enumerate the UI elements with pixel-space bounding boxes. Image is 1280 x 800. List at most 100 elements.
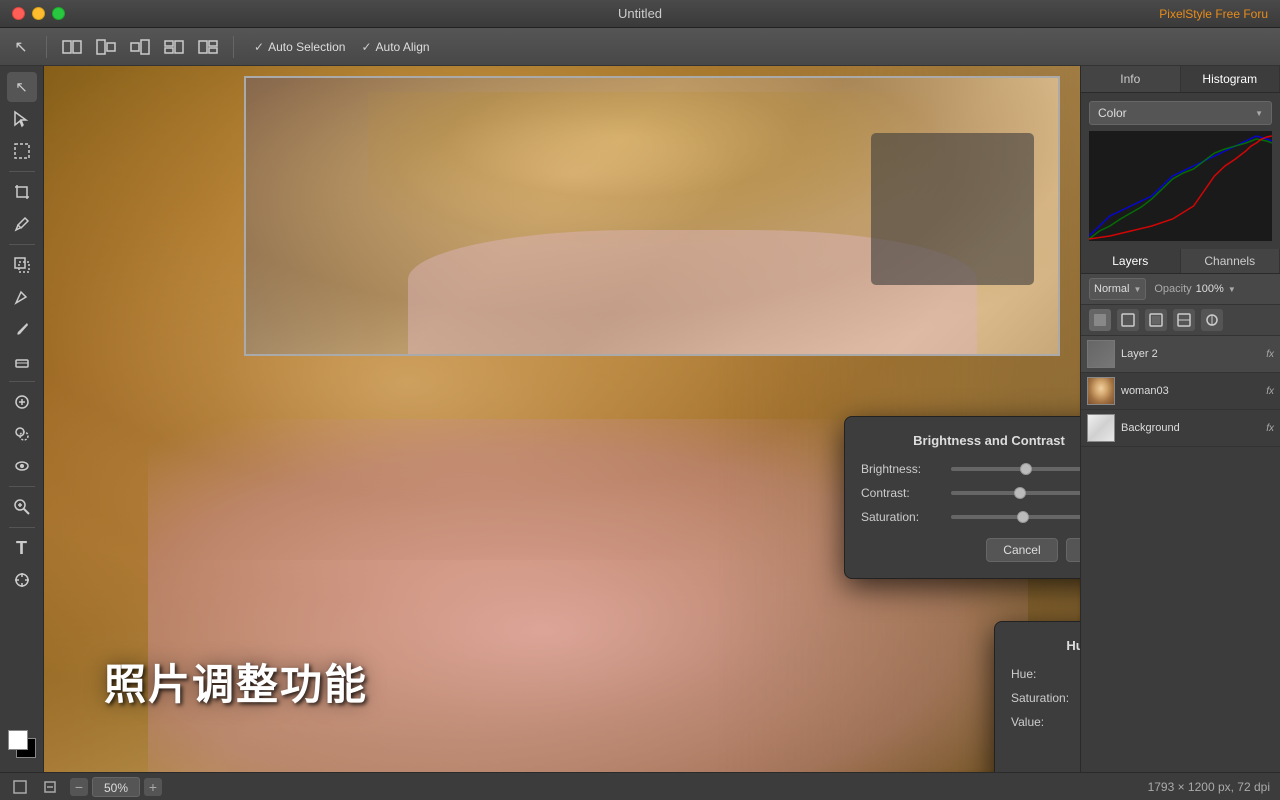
main-area: ↖ [0,66,1280,772]
tools-panel: ↖ [0,66,44,772]
move-tool[interactable]: ↖ [7,72,37,102]
preview-inner [246,78,1058,354]
full-screen-btn[interactable] [10,777,30,797]
arrange-icon-4[interactable] [161,34,187,60]
tool-separator-1 [9,171,35,172]
zoom-tool[interactable] [7,492,37,522]
woman03-thumb [1087,377,1115,405]
brightness-slider[interactable] [951,467,1080,471]
crop-tool[interactable] [7,177,37,207]
auto-selection-check[interactable]: ✓ Auto Selection [254,40,345,54]
histogram-svg [1089,131,1272,241]
text-tool[interactable]: T [7,533,37,563]
right-panel: Info Histogram Color ▼ Layers [1080,66,1280,772]
auto-align-check[interactable]: ✓ Auto Align [361,40,429,54]
healing-tool[interactable] [7,387,37,417]
zoom-minus-btn[interactable]: − [70,778,88,796]
opacity-value: 100% [1196,283,1224,295]
zoom-control: − 50% + [70,777,162,797]
arrange-icon-5[interactable] [195,34,221,60]
preview-window [244,76,1060,356]
tool-separator-5 [9,527,35,528]
eraser-tool[interactable] [7,346,37,376]
background-layer-name: Background [1121,422,1258,434]
woman03-fx[interactable]: fx [1266,386,1274,397]
maximize-button[interactable] [52,7,65,20]
layer2-name: Layer 2 [1121,348,1258,360]
layer-icon-4[interactable] [1173,309,1195,331]
layer-item-background[interactable]: Background fx [1081,410,1280,447]
brightness-dialog-title: Brightness and Contrast [861,433,1080,448]
saturation-row: Saturation: 1.10 [861,510,1080,524]
layer-icons-row [1081,305,1280,336]
layers-toolbar: Normal ▼ Opacity 100% ▼ [1081,274,1280,305]
contrast-thumb[interactable] [1014,487,1026,499]
contrast-slider[interactable] [951,491,1080,495]
color-dropdown[interactable]: Color ▼ [1089,101,1272,125]
layer-icon-1[interactable] [1089,309,1111,331]
arrange-icon-2[interactable] [93,34,119,60]
brightness-contrast-dialog: Brightness and Contrast Brightness: 0.11… [844,416,1080,579]
arrange-icon-3[interactable] [127,34,153,60]
layer-item-woman03[interactable]: woman03 fx [1081,373,1280,410]
channels-tab[interactable]: Channels [1181,249,1280,273]
forum-link[interactable]: PixelStyle Free Foru [1159,7,1268,21]
arrange-icon-1[interactable] [59,34,85,60]
layer2-fx[interactable]: fx [1266,349,1274,360]
layer-icon-2[interactable] [1117,309,1139,331]
pen-tool[interactable] [7,282,37,312]
value-row: Value: 0.05 [1011,715,1080,729]
blend-mode-arrow-icon: ▼ [1133,285,1141,294]
window-title: Untitled [618,6,662,21]
hue-dialog-title: Hue, Saturation and Value [1011,638,1080,653]
color-swatches[interactable] [8,730,36,758]
dropdown-arrow-icon: ▼ [1255,109,1263,118]
layer2-thumb [1087,340,1115,368]
eyedropper-tool[interactable] [7,209,37,239]
dimensions-display: 1793 × 1200 px, 72 dpi [1148,780,1270,794]
transform-tool[interactable] [7,250,37,280]
canvas-area[interactable]: 照片调整功能 Brightness and Contrast Brightnes… [44,66,1080,772]
saturation-slider[interactable] [951,515,1080,519]
histogram-display [1089,131,1272,241]
close-button[interactable] [12,7,25,20]
zoom-plus-btn[interactable]: + [144,778,162,796]
histogram-section: Color ▼ [1081,93,1280,249]
hue-row: Hue: 0.03 [1011,667,1080,681]
canvas-overlay-text: 照片调整功能 [104,651,368,712]
info-tab[interactable]: Info [1081,66,1181,92]
value-label: Value: [1011,715,1080,729]
layers-tab[interactable]: Layers [1081,249,1181,273]
background-fx[interactable]: fx [1266,423,1274,434]
toolbar: ↖ ✓ Auto Selection ✓ Auto Align [0,28,1280,66]
layer-icon-3[interactable] [1145,309,1167,331]
minimize-button[interactable] [32,7,45,20]
move-tool-icon[interactable]: ↖ [8,34,34,60]
brightness-thumb[interactable] [1020,463,1032,475]
brightness-dialog-buttons: Cancel OK [861,538,1080,562]
toolbar-separator-2 [233,36,234,58]
woman03-name: woman03 [1121,385,1258,397]
contrast-row: Contrast: 1.25 [861,486,1080,500]
hue-dialog-buttons: Cancel OK [1011,743,1080,767]
zoom-out-status-btn[interactable] [40,777,60,797]
layer-item-layer2[interactable]: Layer 2 fx [1081,336,1280,373]
saturation-thumb[interactable] [1017,511,1029,523]
statusbar: − 50% + 1793 × 1200 px, 72 dpi [0,772,1280,800]
brush-tool[interactable] [7,314,37,344]
brightness-ok-button[interactable]: OK [1066,538,1080,562]
layers-channels-tabs: Layers Channels [1081,249,1280,274]
eye-tool[interactable] [7,451,37,481]
contrast-label: Contrast: [861,486,951,500]
brightness-cancel-button[interactable]: Cancel [986,538,1057,562]
selection-tool[interactable] [7,104,37,134]
foreground-color-swatch[interactable] [8,730,28,750]
background-thumb [1087,414,1115,442]
histogram-tab[interactable]: Histogram [1181,66,1280,92]
clone-tool[interactable] [7,419,37,449]
pan-tool[interactable] [7,565,37,595]
marquee-tool[interactable] [7,136,37,166]
layer-icon-5[interactable] [1201,309,1223,331]
blend-mode-dropdown[interactable]: Normal ▼ [1089,278,1146,300]
tool-separator-4 [9,486,35,487]
